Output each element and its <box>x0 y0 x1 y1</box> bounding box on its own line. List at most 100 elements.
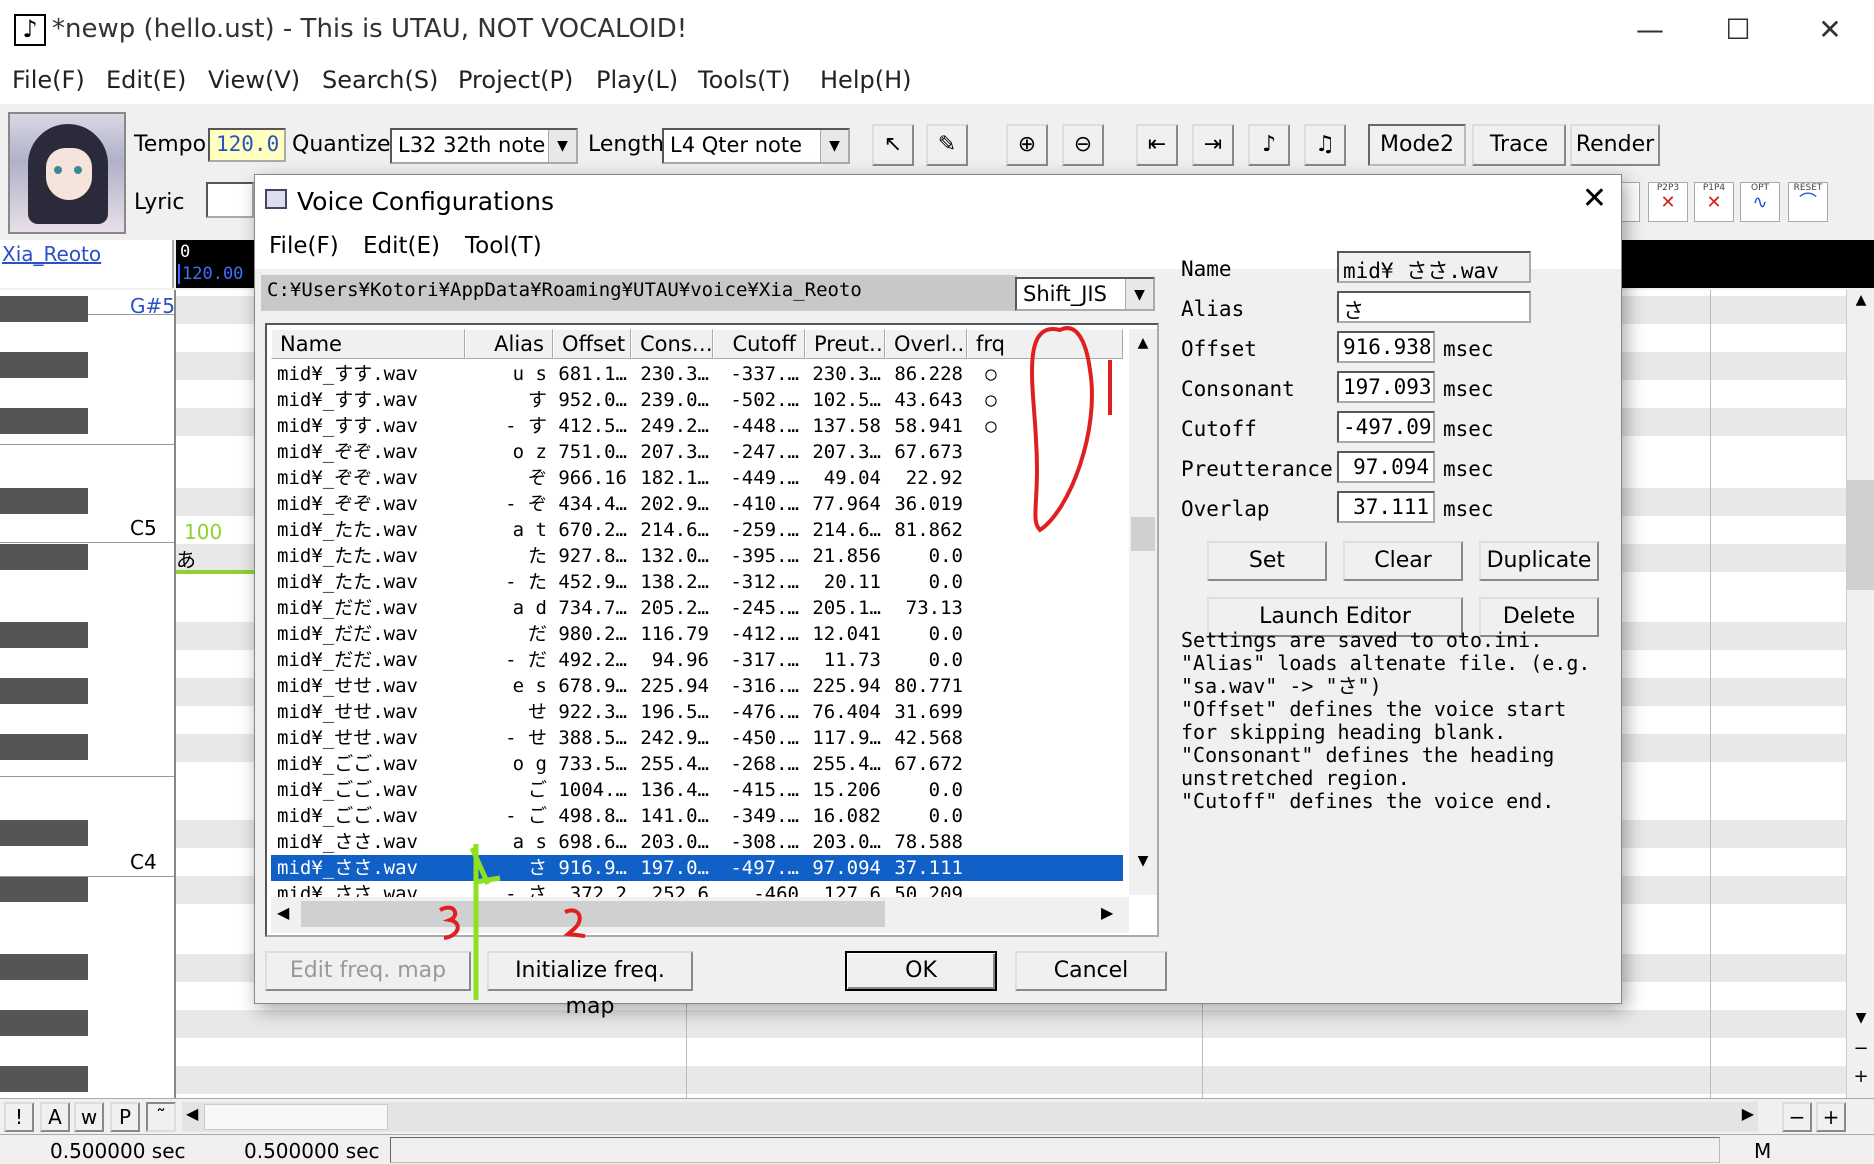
scroll-thumb[interactable] <box>1847 480 1874 590</box>
table-row[interactable]: mid¥_ごご.wav - ご 498.8… 141.0… -349.… 16.082 0.… <box>271 803 1123 829</box>
length-select[interactable]: L4 Qter note ▼ <box>662 128 850 164</box>
table-row[interactable]: mid¥_せせ.wav e s 678.9… 225.94 -316.… 225.94 80… <box>271 673 1123 699</box>
bottom-button-w[interactable]: w <box>74 1102 104 1132</box>
col-alias[interactable]: Alias <box>465 329 553 359</box>
scroll-up-icon[interactable]: ▲ <box>1847 292 1874 308</box>
duplicate-button[interactable]: Duplicate <box>1479 541 1599 581</box>
dialog-close-icon[interactable]: ✕ <box>1582 181 1607 216</box>
col-name[interactable]: Name <box>271 329 465 359</box>
quantize-select[interactable]: L32 32th note ▼ <box>390 128 578 164</box>
scroll-right-icon[interactable]: ▶ <box>1742 1104 1754 1123</box>
ok-button[interactable]: OK <box>845 951 997 991</box>
table-row[interactable]: mid¥_すす.wav u s 681.1… 230.3… -337.… 230.3… 86… <box>271 361 1123 387</box>
col-preutterance[interactable]: Preut… <box>805 329 885 359</box>
encoding-select[interactable]: Shift_JIS ▼ <box>1015 277 1155 311</box>
pencil-tool-icon[interactable]: ✎ <box>926 124 968 166</box>
cancel-button[interactable]: Cancel <box>1015 951 1167 991</box>
table-row[interactable]: mid¥_ささ.wav a s 698.6… 203.0… -308.… 203.0… 78… <box>271 829 1123 855</box>
scroll-thumb[interactable] <box>301 901 885 927</box>
oto-table[interactable]: Name Alias Offset Cons… Cutoff Preut… Ov… <box>265 323 1159 937</box>
table-row[interactable]: mid¥_せせ.wav - せ 388.5… 242.9… -450.… 117.9… 42… <box>271 725 1123 751</box>
table-row[interactable]: mid¥_すす.wav - す 412.5… 249.2… -448.… 137.58 58… <box>271 413 1123 439</box>
set-button[interactable]: Set <box>1207 541 1327 581</box>
table-row[interactable]: mid¥_たた.wav た 927.8… 132.0… -395.… 21.856 0.0 <box>271 543 1123 569</box>
avatar[interactable] <box>8 112 126 234</box>
zoom-h-minus-icon[interactable]: − <box>1782 1102 1812 1132</box>
minimize-button[interactable]: — <box>1620 8 1680 52</box>
table-row[interactable]: mid¥_ごご.wav o g 733.5… 255.4… -268.… 255.4… 67… <box>271 751 1123 777</box>
table-row[interactable]: mid¥_たた.wav a t 670.2… 214.6… -259.… 214.6… 81… <box>271 517 1123 543</box>
black-key[interactable] <box>0 408 88 434</box>
scroll-down-icon[interactable]: ▼ <box>1129 853 1157 869</box>
black-key[interactable] <box>0 820 88 846</box>
close-button[interactable]: ✕ <box>1800 8 1860 52</box>
offset-input[interactable]: 916.938 <box>1337 331 1435 363</box>
black-key[interactable] <box>0 678 88 704</box>
menu-project[interactable]: Project(P) <box>458 66 573 94</box>
table-row[interactable]: mid¥_だだ.wav - だ 492.2… 94.96 -317.… 11.73 0.0 <box>271 647 1123 673</box>
col-consonant[interactable]: Cons… <box>631 329 713 359</box>
vertical-scrollbar[interactable]: ▲ ▼ − + <box>1846 290 1874 1098</box>
menu-file[interactable]: File(F) <box>12 66 85 94</box>
edit-freq-map-button[interactable]: Edit freq. map <box>265 951 471 991</box>
table-row[interactable]: mid¥_だだ.wav だ 980.2… 116.79 -412.… 12.041 0.0 <box>271 621 1123 647</box>
reset-icon[interactable]: RESET ⌒ <box>1788 182 1828 222</box>
menu-help[interactable]: Help(H) <box>820 66 912 94</box>
bottom-button-excl[interactable]: ! <box>4 1102 34 1132</box>
maximize-button[interactable]: ☐ <box>1708 8 1768 52</box>
scroll-thumb[interactable] <box>1131 517 1155 551</box>
go-end-icon[interactable]: ⇥ <box>1192 124 1234 166</box>
scroll-down-icon[interactable]: ▼ <box>1847 1010 1874 1026</box>
horizontal-scrollbar[interactable]: ◀ ▶ <box>182 1102 1758 1132</box>
trace-button[interactable]: Trace <box>1472 124 1566 166</box>
black-key[interactable] <box>0 296 88 322</box>
col-cutoff[interactable]: Cutoff <box>713 329 805 359</box>
table-row[interactable]: mid¥_ごご.wav ご 1004.… 136.4… -415.… 15.206 0.0 <box>271 777 1123 803</box>
scroll-left-icon[interactable]: ◀ <box>186 1104 198 1123</box>
envelope-icon[interactable] <box>1620 182 1640 222</box>
black-key[interactable] <box>0 954 88 980</box>
col-overlap[interactable]: Overl… <box>885 329 967 359</box>
table-row[interactable]: mid¥_せせ.wav せ 922.3… 196.5… -476.… 76.404 31.6… <box>271 699 1123 725</box>
render-button[interactable]: Render <box>1570 124 1660 166</box>
mode2-button[interactable]: Mode2 <box>1368 124 1466 166</box>
table-vertical-scrollbar[interactable]: ▲ ▼ <box>1129 329 1157 895</box>
note-block[interactable]: あ <box>176 544 266 574</box>
note-next-icon[interactable]: ♫ <box>1304 124 1346 166</box>
preutterance-input[interactable]: 97.094 <box>1337 451 1435 483</box>
consonant-input[interactable]: 197.093 <box>1337 371 1435 403</box>
track-name[interactable]: Xia_Reoto <box>0 240 174 288</box>
p1p4-icon[interactable]: P1P4 ✕ <box>1694 182 1734 222</box>
table-row[interactable]: mid¥_ぞぞ.wav o z 751.0… 207.3… -247.… 207.3… 67… <box>271 439 1123 465</box>
table-row[interactable]: mid¥_ぞぞ.wav - ぞ 434.4… 202.9… -410.… 77.964 36… <box>271 491 1123 517</box>
lyric-input[interactable] <box>206 182 254 218</box>
table-horizontal-scrollbar[interactable]: ◀ ▶ <box>271 897 1129 933</box>
dialog-menu-edit[interactable]: Edit(E) <box>363 233 440 259</box>
zoom-plus-icon[interactable]: + <box>1847 1066 1874 1087</box>
alias-input[interactable]: さ <box>1337 291 1531 323</box>
black-key[interactable] <box>0 352 88 378</box>
initialize-freq-map-button[interactable]: Initialize freq. map <box>487 951 693 1019</box>
zoom-in-icon[interactable]: ⊕ <box>1006 124 1048 166</box>
col-offset[interactable]: Offset <box>553 329 631 359</box>
black-key[interactable] <box>0 876 88 902</box>
table-row[interactable]: mid¥_たた.wav - た 452.9… 138.2… -312.… 20.11 0.0 <box>271 569 1123 595</box>
black-key[interactable] <box>0 488 88 514</box>
overlap-input[interactable]: 37.111 <box>1337 491 1435 523</box>
menu-search[interactable]: Search(S) <box>322 66 438 94</box>
tempo-input[interactable]: 120.0 <box>208 128 286 162</box>
zoom-out-icon[interactable]: ⊖ <box>1062 124 1104 166</box>
piano-keyboard[interactable]: G#5 C5 C4 <box>0 290 176 1098</box>
zoom-minus-icon[interactable]: − <box>1847 1038 1874 1059</box>
table-row[interactable]: mid¥_ささ.wav さ 916.9… 197.0… -497.… 97.094 37.1… <box>271 855 1123 881</box>
scroll-right-icon[interactable]: ▶ <box>1101 903 1113 922</box>
bottom-button-a[interactable]: A <box>40 1102 70 1132</box>
black-key[interactable] <box>0 622 88 648</box>
bottom-button-tilde[interactable]: ˜ <box>146 1102 176 1132</box>
dialog-menu-file[interactable]: File(F) <box>269 233 339 259</box>
scroll-left-icon[interactable]: ◀ <box>277 903 289 922</box>
opt-icon[interactable]: OPT ∿ <box>1740 182 1780 222</box>
zoom-h-plus-icon[interactable]: + <box>1816 1102 1846 1132</box>
black-key[interactable] <box>0 734 88 760</box>
bottom-button-p[interactable]: P <box>110 1102 140 1132</box>
